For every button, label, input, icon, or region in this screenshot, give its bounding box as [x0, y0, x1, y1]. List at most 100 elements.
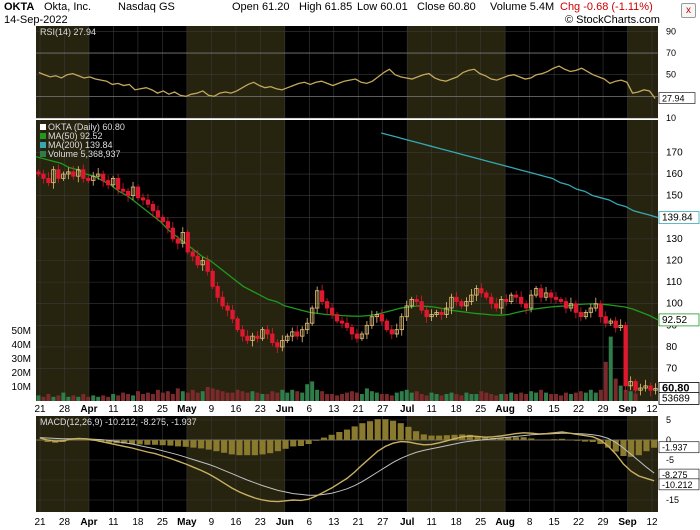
macd-histogram-bar — [221, 440, 228, 453]
candle-body — [329, 307, 335, 315]
x-tick-label: 18 — [132, 404, 144, 415]
candle-body — [324, 301, 330, 309]
x-tick-label: Jul — [400, 404, 415, 415]
macd-legend: MACD(12,26,9) -10.212, -8.275, -1.937 — [40, 417, 197, 427]
macd-histogram-bar — [351, 426, 358, 440]
candle-body — [384, 320, 389, 331]
candle-body — [598, 303, 603, 318]
volume-bar — [479, 391, 484, 401]
candle-body — [514, 294, 519, 298]
volume-bar — [554, 394, 558, 401]
candle-body — [633, 381, 638, 391]
volume-bar — [409, 392, 414, 401]
volume-bar — [335, 395, 340, 401]
volume-bar — [230, 392, 235, 401]
macd-histogram-bar — [82, 440, 89, 441]
macd-histogram-bar — [635, 440, 642, 456]
volume-bar — [255, 392, 260, 401]
candle-body — [573, 303, 579, 313]
candle-body — [255, 335, 260, 339]
volume-bar — [121, 392, 126, 401]
candle-body — [140, 197, 146, 201]
volume-bar — [529, 391, 534, 401]
volume-bar — [240, 391, 245, 401]
candle-body — [613, 320, 618, 328]
x-tick-label: 18 — [451, 404, 463, 415]
volume-bar — [250, 391, 255, 401]
candle-body — [538, 288, 544, 298]
volume-bar — [51, 396, 56, 401]
volume-bar — [160, 392, 165, 401]
x-tick-label: 27 — [377, 404, 389, 415]
candle-body — [36, 171, 41, 175]
volume-bar — [354, 392, 359, 401]
x-tick-label: 9 — [209, 404, 215, 415]
panel-bg-rsi — [36, 26, 658, 118]
volume-y-tick: 30M — [12, 354, 31, 365]
volume-bar — [225, 392, 230, 401]
volume-bar — [399, 391, 404, 401]
macd-histogram-bar — [151, 440, 159, 445]
volume-bar — [56, 395, 61, 401]
volume-bar — [464, 392, 469, 401]
x-tick-label: 21 — [34, 517, 46, 528]
macd-histogram-bar — [228, 440, 235, 455]
volume-bar — [71, 395, 76, 401]
macd-histogram-bar — [313, 440, 320, 441]
volume-bar — [499, 394, 504, 401]
candle-body — [56, 169, 61, 179]
macd-histogram-bar — [413, 431, 420, 440]
volume-bar — [573, 392, 578, 401]
macd-histogram-bar — [643, 440, 650, 452]
volume-bar — [280, 389, 285, 401]
volume-bar — [434, 394, 439, 401]
price-last-value: 92.52 — [662, 315, 687, 326]
macd-histogram-bar — [505, 437, 512, 440]
macd-histogram-bar — [305, 440, 312, 444]
candle-body — [245, 335, 250, 341]
volume-bar — [514, 394, 519, 401]
macd-histogram-bar — [36, 440, 43, 441]
volume-bar — [494, 395, 499, 401]
volume-bar — [175, 388, 180, 401]
volume-bar — [96, 396, 101, 401]
rsi-legend: RSI(14) 27.94 — [40, 27, 96, 37]
candle-body — [190, 251, 195, 257]
macd-histogram-bar — [589, 440, 596, 442]
x-tick-label: 11 — [426, 404, 437, 415]
x-tick-label: 27 — [377, 517, 389, 528]
macd-histogram-bar — [390, 420, 397, 440]
price-legend-swatch — [40, 142, 46, 148]
candle-body — [489, 296, 494, 305]
x-tick-label: Apr — [80, 404, 97, 415]
volume-bar — [126, 394, 131, 401]
candle-body — [270, 333, 275, 344]
volume-bar — [106, 396, 111, 401]
candle-body — [240, 329, 245, 337]
x-tick-label: Jul — [400, 517, 415, 528]
candle-body — [71, 171, 76, 177]
x-tick-label: 15 — [549, 404, 561, 415]
x-tick-label: 15 — [549, 517, 561, 528]
macd-histogram-bar — [320, 437, 328, 440]
volume-bar — [628, 391, 633, 401]
candle-body — [494, 303, 499, 309]
price-y-tick: 130 — [666, 234, 683, 245]
candle-body — [553, 296, 559, 300]
volume-bar — [61, 392, 66, 401]
volume-bar — [215, 389, 220, 401]
macd-histogram-bar — [520, 437, 527, 440]
macd-y-tick: -15 — [666, 495, 679, 505]
macd-histogram-bar — [551, 439, 558, 440]
volume-bar — [544, 392, 549, 401]
volume-bar — [524, 394, 529, 401]
candle-body — [519, 296, 524, 305]
candle-body — [175, 238, 180, 244]
rsi-last-value: 27.94 — [662, 94, 685, 104]
x-tick-label: 28 — [59, 404, 71, 415]
x-tick-label: 25 — [157, 404, 169, 415]
volume-bar — [539, 389, 544, 401]
volume-bar — [205, 387, 210, 401]
volume-bar — [374, 392, 379, 401]
volume-bar — [265, 394, 270, 401]
